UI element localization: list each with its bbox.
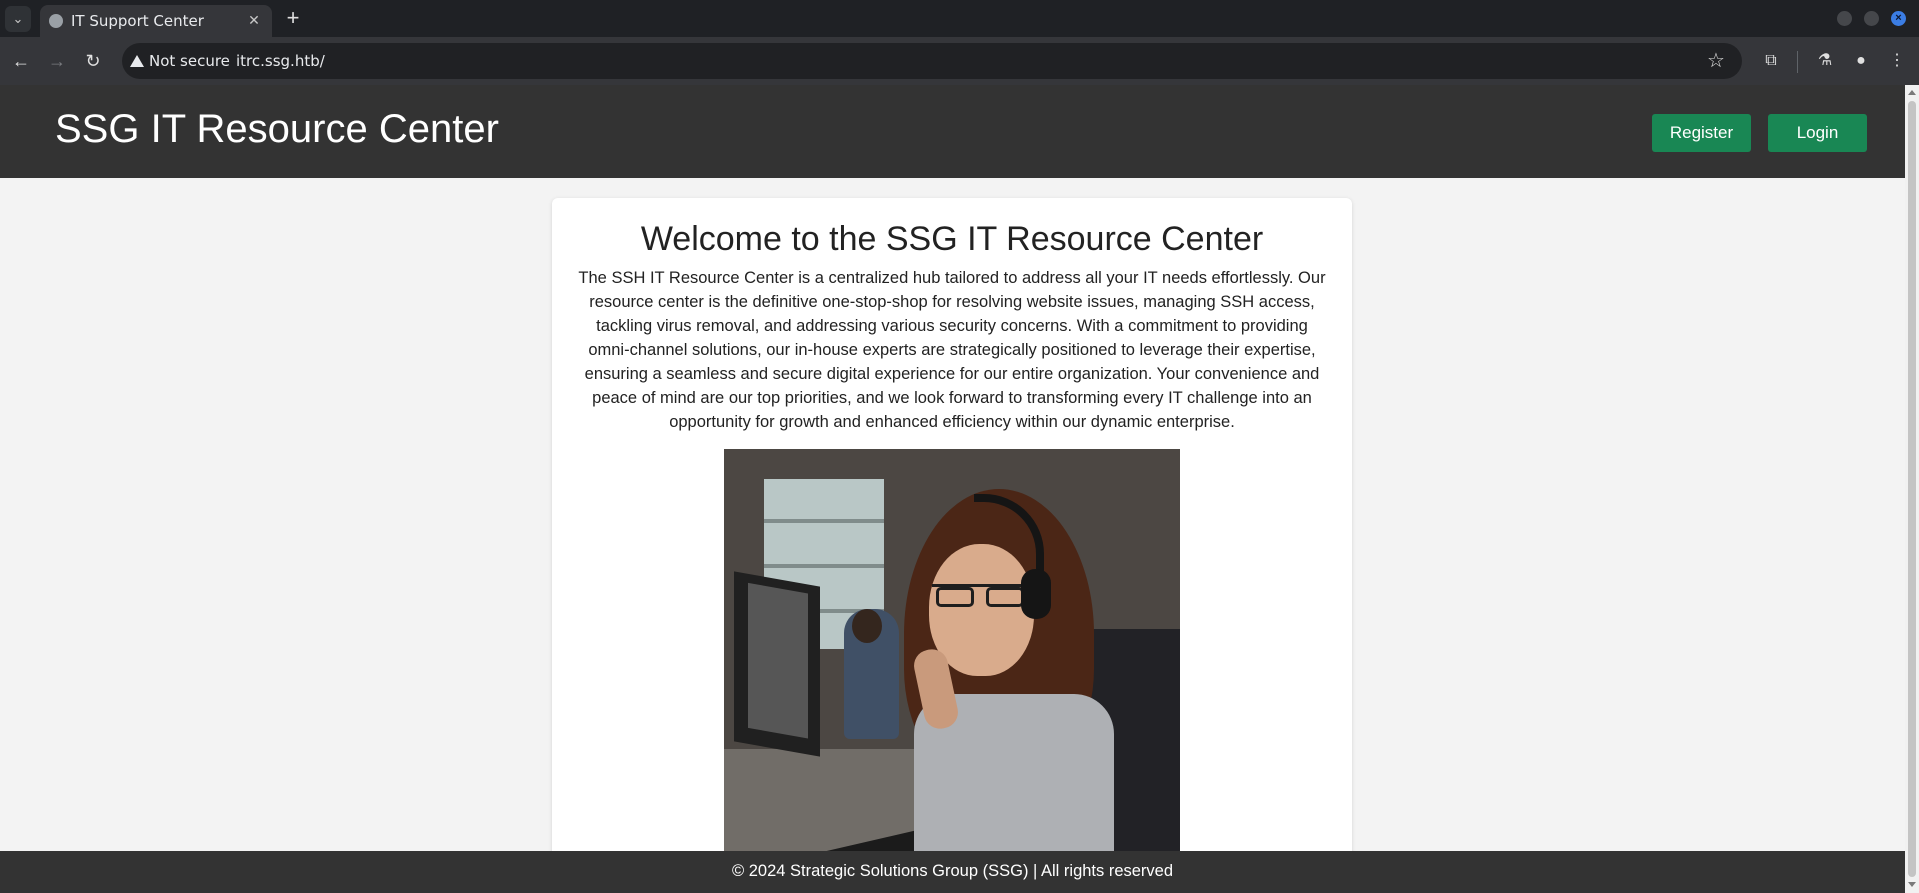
page-viewport: SSG IT Resource Center Register Login We…: [0, 85, 1905, 893]
page-title: Welcome to the SSG IT Resource Center: [640, 220, 1264, 258]
labs-flask-icon[interactable]: ⚗: [1815, 51, 1835, 71]
register-button[interactable]: Register: [1652, 114, 1751, 152]
security-indicator[interactable]: Not secure: [130, 52, 230, 70]
background-worker: [844, 609, 899, 739]
close-tab-icon[interactable]: ✕: [244, 10, 264, 30]
back-arrow-icon[interactable]: ←: [9, 49, 33, 73]
profile-icon[interactable]: ●: [1851, 51, 1871, 71]
globe-icon: [49, 14, 63, 28]
headset-earcup: [1021, 569, 1051, 619]
minimize-window-icon[interactable]: [1837, 11, 1852, 26]
browser-toolbar: ← → ↻ Not secure itrc.ssg.htb/: [0, 37, 1919, 85]
url-text[interactable]: itrc.ssg.htb/: [236, 52, 325, 70]
browser-tabstrip: ⌄ IT Support Center ✕ + ×: [0, 0, 1919, 37]
tab-title: IT Support Center: [71, 12, 204, 30]
bookmark-star-icon[interactable]: ☆: [1707, 48, 1725, 73]
site-footer: © 2024 Strategic Solutions Group (SSG) |…: [0, 851, 1905, 893]
new-tab-icon[interactable]: +: [281, 7, 305, 31]
security-label: Not secure: [149, 52, 230, 70]
monitor: [734, 571, 820, 757]
intro-paragraph: The SSH IT Resource Center is a centrali…: [578, 269, 1326, 431]
copyright-text: © 2024 Strategic Solutions Group (SSG) |…: [731, 862, 1174, 880]
page-scrollbar[interactable]: [1905, 85, 1919, 893]
login-button[interactable]: Login: [1768, 114, 1867, 152]
glasses: [932, 584, 1030, 607]
site-header: SSG IT Resource Center Register Login: [0, 85, 1905, 178]
warning-icon: [130, 55, 144, 67]
browser-tab[interactable]: IT Support Center ✕: [40, 5, 272, 37]
reload-icon[interactable]: ↻: [81, 49, 105, 73]
address-bar[interactable]: Not secure itrc.ssg.htb/: [122, 43, 1742, 79]
scroll-down-arrow-icon[interactable]: [1908, 882, 1916, 887]
support-agent-image: [724, 449, 1180, 893]
forward-arrow-icon[interactable]: →: [45, 49, 69, 73]
scroll-up-arrow-icon[interactable]: [1908, 90, 1916, 95]
close-window-icon[interactable]: ×: [1891, 11, 1906, 26]
tab-list-chevron-icon[interactable]: ⌄: [5, 6, 31, 32]
extensions-icon[interactable]: ⧉: [1761, 51, 1781, 71]
scroll-thumb[interactable]: [1908, 101, 1916, 877]
site-title: SSG IT Resource Center: [55, 107, 499, 151]
toolbar-divider: [1797, 51, 1798, 73]
menu-kebab-icon[interactable]: ⋮: [1887, 51, 1907, 71]
welcome-card: Welcome to the SSG IT Resource Center Th…: [552, 198, 1352, 893]
maximize-window-icon[interactable]: [1864, 11, 1879, 26]
